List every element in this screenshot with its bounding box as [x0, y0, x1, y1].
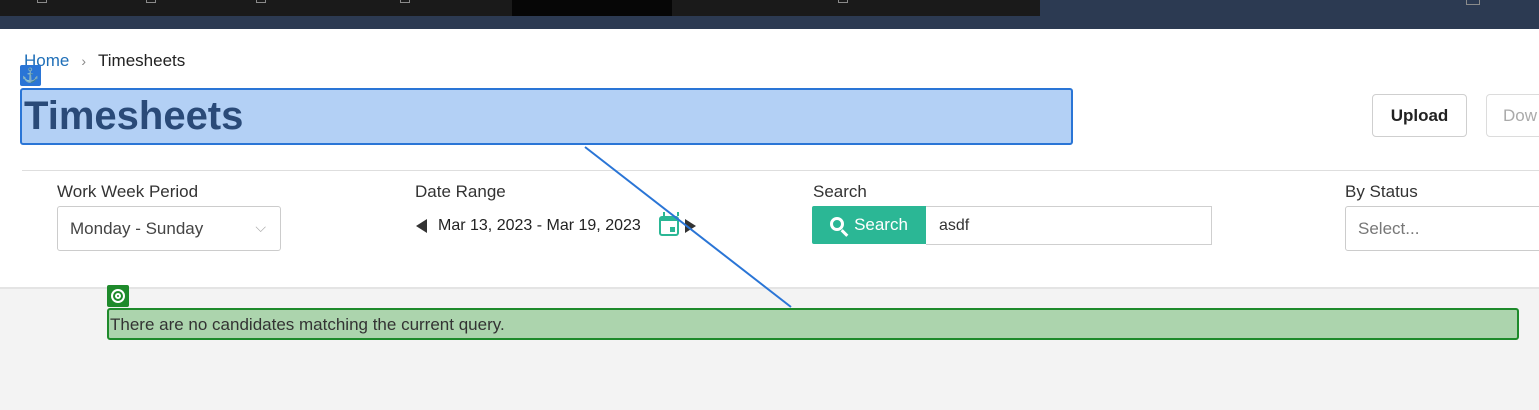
page-title: Timesheets: [24, 94, 244, 138]
search-label: Search: [813, 182, 867, 201]
nav-tab-active[interactable]: [512, 0, 672, 16]
status-placeholder: Select...: [1358, 219, 1420, 238]
search-button-label: Search: [854, 215, 908, 234]
date-range-control: Mar 13, 2023 - Mar 19, 2023: [416, 212, 696, 240]
download-button[interactable]: Dow: [1486, 94, 1539, 137]
next-week-icon[interactable]: [684, 219, 696, 233]
breadcrumb: Home › Timesheets: [24, 51, 185, 71]
work-week-value: Monday - Sunday: [70, 219, 204, 238]
nav-tab-icon[interactable]: [400, 0, 410, 3]
work-week-select[interactable]: Monday - Sunday ⌵: [57, 206, 281, 251]
empty-results-message: There are no candidates matching the cur…: [110, 315, 505, 334]
chevron-right-icon: ›: [81, 53, 87, 69]
top-nav-tabs: [0, 0, 1040, 16]
nav-tab-icon[interactable]: [37, 0, 47, 3]
previous-week-icon[interactable]: [416, 219, 427, 233]
upload-button[interactable]: Upload: [1372, 94, 1467, 137]
date-range-label: Date Range: [415, 182, 506, 201]
calendar-icon[interactable]: [658, 212, 679, 236]
nav-tab-icon[interactable]: [838, 0, 848, 3]
work-week-label: Work Week Period: [57, 182, 199, 201]
chevron-down-icon: ⌵: [255, 219, 266, 235]
nav-tab-icon[interactable]: [146, 0, 156, 3]
nav-tab-icon[interactable]: [256, 0, 266, 3]
search-icon: [830, 216, 845, 231]
date-range-value: Mar 13, 2023 - Mar 19, 2023: [438, 217, 641, 234]
search-button[interactable]: Search: [812, 206, 926, 244]
top-navigation-bar: [0, 0, 1539, 29]
status-select[interactable]: Select...: [1345, 206, 1539, 251]
status-label: By Status: [1345, 182, 1418, 201]
user-menu-icon[interactable]: [1466, 0, 1480, 5]
divider: [22, 170, 1539, 171]
search-input[interactable]: [926, 206, 1212, 245]
target-icon: [107, 285, 129, 307]
anchor-icon: ⚓: [20, 65, 41, 86]
breadcrumb-current: Timesheets: [98, 51, 186, 70]
